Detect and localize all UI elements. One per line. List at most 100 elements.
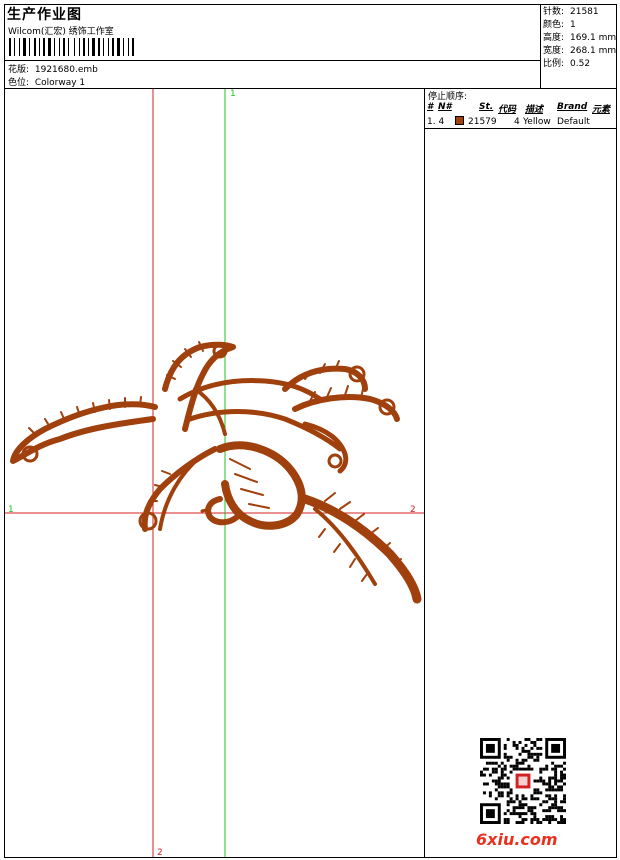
row-stitches: 21579	[468, 117, 497, 127]
qr-module	[494, 761, 498, 765]
qr-module	[518, 803, 522, 807]
qr-module	[548, 815, 552, 819]
barcode-bar	[103, 38, 104, 56]
qr-module	[482, 773, 486, 777]
qr-module	[548, 794, 552, 798]
guide-label-bottom: 2	[157, 848, 163, 858]
qr-module	[539, 738, 543, 741]
qr-module	[518, 761, 522, 765]
qr-module	[521, 797, 525, 801]
qr-module	[548, 785, 552, 789]
col-description: 描述	[525, 105, 544, 115]
qr-module	[539, 767, 543, 771]
qr-module	[497, 764, 501, 768]
qr-module	[500, 776, 504, 780]
qr-module	[518, 800, 522, 804]
qr-module	[521, 758, 525, 762]
qr-module	[494, 782, 498, 786]
qr-module	[557, 806, 561, 810]
qr-module	[548, 782, 552, 786]
qr-module	[512, 806, 516, 810]
qr-module	[527, 738, 531, 741]
design-value: 1921680.emb	[34, 65, 98, 75]
qr-module	[509, 797, 513, 801]
qr-module	[509, 764, 513, 768]
qr-module	[500, 785, 504, 789]
barcode-bar	[68, 38, 69, 56]
qr-module	[554, 764, 558, 768]
qr-module	[548, 797, 552, 801]
qr-module	[551, 815, 555, 819]
qr-module	[515, 764, 519, 768]
qr-module	[512, 740, 516, 744]
design-canvas	[5, 89, 424, 857]
qr-module	[515, 794, 519, 798]
qr-module	[506, 821, 510, 824]
guide-label-right: 2	[410, 505, 416, 515]
qr-module	[551, 767, 555, 771]
qr-module	[480, 773, 483, 777]
qr-module	[548, 821, 552, 824]
qr-module	[494, 788, 498, 792]
qr-module	[560, 770, 564, 774]
qr-module	[545, 794, 549, 798]
qr-module	[503, 785, 507, 789]
qr-module	[563, 761, 566, 765]
qr-module	[491, 767, 495, 771]
barcode-bar	[108, 38, 109, 56]
phoenix-embroidery	[10, 341, 422, 604]
qr-module	[518, 812, 522, 816]
qr-finder	[485, 809, 495, 819]
qr-module	[560, 764, 564, 768]
stop-sequence-title: 停止顺序:	[428, 92, 468, 102]
qr-module	[488, 794, 492, 798]
barcode-bar	[54, 38, 55, 56]
qr-module	[554, 806, 558, 810]
qr-module	[554, 779, 558, 783]
qr-module	[548, 788, 552, 792]
qr-module	[527, 749, 531, 753]
stat-colors: 颜色: 1	[543, 20, 576, 30]
qr-module	[563, 821, 566, 824]
barcode-bar	[112, 38, 114, 56]
qr-module	[545, 782, 549, 786]
qr-module	[518, 806, 522, 810]
qr-module	[542, 809, 546, 813]
qr-module	[554, 782, 558, 786]
qr-module	[500, 791, 504, 795]
qr-module	[482, 791, 486, 795]
qr-finder	[485, 743, 495, 753]
qr-module	[509, 812, 513, 816]
qr-module	[533, 812, 537, 816]
qr-module	[554, 794, 558, 798]
qr-module	[512, 812, 516, 816]
qr-module	[500, 782, 504, 786]
qr-module	[491, 770, 495, 774]
qr-module	[494, 779, 498, 783]
qr-module	[506, 738, 510, 741]
qr-module	[527, 764, 531, 768]
company-name: Wilcom(汇宏) 绣饰工作室	[8, 27, 114, 37]
qr-module	[533, 806, 537, 810]
qr-module	[551, 797, 555, 801]
qr-module	[539, 752, 543, 756]
qr-module	[548, 809, 552, 813]
qr-module	[548, 776, 552, 780]
qr-module	[488, 791, 492, 795]
qr-module	[545, 767, 549, 771]
qr-module	[512, 809, 516, 813]
qr-module	[494, 770, 498, 774]
qr-module	[515, 743, 519, 747]
barcode-bar	[98, 38, 100, 56]
qr-module	[560, 785, 564, 789]
qr-module	[521, 794, 525, 798]
qr-module	[506, 809, 510, 813]
qr-module	[497, 785, 501, 789]
qr-module	[554, 776, 558, 780]
qr-module	[521, 767, 525, 771]
col-stitches: St.	[479, 102, 494, 112]
qr-module	[494, 797, 498, 801]
qr-module	[503, 812, 507, 816]
qr-module	[506, 800, 510, 804]
barcode-bar	[14, 38, 15, 56]
